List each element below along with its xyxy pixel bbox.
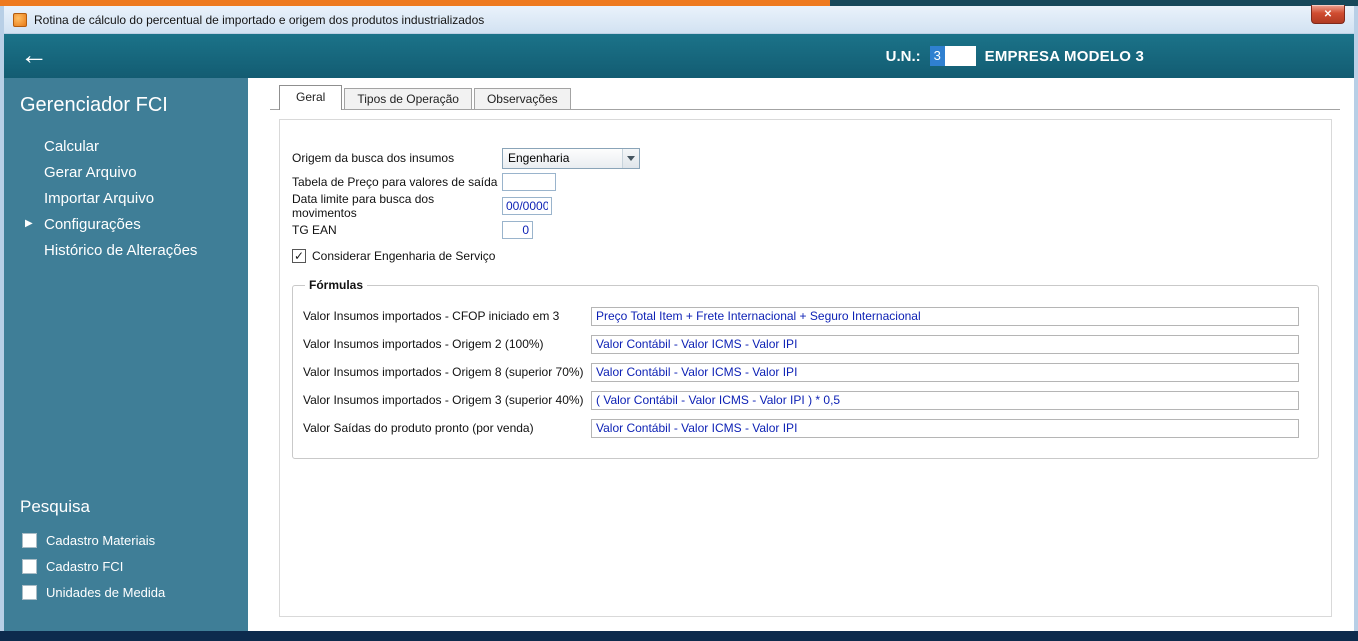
company-name: EMPRESA MODELO 3 <box>984 47 1144 65</box>
field-row-origem-busca: Origem da busca dos insumos Engenharia <box>292 146 1319 170</box>
formula-origem-3-input[interactable] <box>591 390 1299 410</box>
search-item-label: Cadastro FCI <box>46 558 124 574</box>
sidebar-item-gerar-arquivo[interactable]: Gerar Arquivo <box>4 159 248 185</box>
sidebar-item-label: Calcular <box>44 137 100 155</box>
sidebar-item-label: Configurações <box>44 215 141 233</box>
formula-label: Valor Saídas do produto pronto (por vend… <box>303 421 534 435</box>
considerar-engenharia-checkbox-row[interactable]: ✓ Considerar Engenharia de Serviço <box>292 244 1319 268</box>
teal-header: ← U.N.: 3 EMPRESA MODELO 3 <box>4 34 1354 78</box>
formulas-group-title: Fórmulas <box>309 278 364 292</box>
checkbox-icon[interactable] <box>22 558 37 574</box>
search-item-label: Unidades de Medida <box>46 584 166 600</box>
formula-row-origem-2: Valor Insumos importados - Origem 2 (100… <box>303 334 1308 354</box>
un-input[interactable]: 3 <box>929 46 976 66</box>
application-window: Rotina de cálculo do percentual de impor… <box>0 0 1358 641</box>
window-body: Gerenciador FCI Calcular Gerar Arquivo I… <box>4 78 1354 631</box>
sidebar-item-label: Histórico de Alterações <box>44 241 198 259</box>
field-label: Tabela de Preço para valores de saída <box>292 175 498 189</box>
formula-row-saidas-produto: Valor Saídas do produto pronto (por vend… <box>303 418 1308 438</box>
checkbox-checked-icon[interactable]: ✓ <box>292 249 306 263</box>
close-button[interactable]: ✕ <box>1311 5 1345 24</box>
sidebar: Gerenciador FCI Calcular Gerar Arquivo I… <box>4 78 248 631</box>
search-item-cadastro-materiais[interactable]: Cadastro Materiais <box>4 527 248 553</box>
sidebar-item-label: Gerar Arquivo <box>44 163 137 181</box>
formula-origem-8-input[interactable] <box>591 362 1299 382</box>
title-bar: Rotina de cálculo do percentual de impor… <box>4 5 1354 34</box>
search-item-unidades-medida[interactable]: Unidades de Medida <box>4 579 248 605</box>
formula-label: Valor Insumos importados - Origem 3 (sup… <box>303 393 584 407</box>
search-item-label: Cadastro Materiais <box>46 532 156 548</box>
tab-strip: Geral Tipos de Operação Observações <box>270 85 1340 110</box>
sidebar-item-configuracoes[interactable]: ▶ Configurações <box>4 211 248 237</box>
app-icon <box>13 12 27 27</box>
tab-tipos-de-operacao[interactable]: Tipos de Operação <box>344 88 472 109</box>
field-row-tabela-preco: Tabela de Preço para valores de saída <box>292 170 1319 194</box>
tabela-preco-input[interactable] <box>502 173 556 191</box>
field-label: TG EAN <box>292 223 337 237</box>
tg-ean-input[interactable] <box>502 221 533 239</box>
origem-busca-select[interactable]: Engenharia <box>502 147 640 169</box>
formula-row-origem-3: Valor Insumos importados - Origem 3 (sup… <box>303 390 1308 410</box>
checkbox-icon[interactable] <box>22 584 37 600</box>
geral-tab-panel: Origem da busca dos insumos Engenharia T… <box>279 119 1332 617</box>
field-label: Origem da busca dos insumos <box>292 151 455 165</box>
sidebar-item-label: Importar Arquivo <box>44 189 155 207</box>
un-label: U.N.: <box>885 47 921 65</box>
field-label: Data limite para busca dos movimentos <box>292 192 435 220</box>
formula-saidas-produto-input[interactable] <box>591 418 1299 438</box>
checkbox-label: Considerar Engenharia de Serviço <box>312 249 496 263</box>
formula-origem-2-input[interactable] <box>591 334 1299 354</box>
un-value: 3 <box>929 46 945 66</box>
window-frame: Rotina de cálculo do percentual de impor… <box>4 5 1354 631</box>
sidebar-item-importar-arquivo[interactable]: Importar Arquivo <box>4 185 248 211</box>
formula-row-cfop-3: Valor Insumos importados - CFOP iniciado… <box>303 306 1308 326</box>
search-section-title: Pesquisa <box>20 497 90 516</box>
formula-row-origem-8: Valor Insumos importados - Origem 8 (sup… <box>303 362 1308 382</box>
formula-cfop-3-input[interactable] <box>591 306 1299 326</box>
checkbox-icon[interactable] <box>22 532 37 548</box>
data-limite-input[interactable] <box>502 197 552 215</box>
formula-label: Valor Insumos importados - CFOP iniciado… <box>303 309 560 323</box>
search-item-cadastro-fci[interactable]: Cadastro FCI <box>4 553 248 579</box>
chevron-down-icon[interactable] <box>622 148 639 168</box>
field-row-data-limite: Data limite para busca dos movimentos <box>292 192 1319 220</box>
formulas-group: Fórmulas Valor Insumos importados - CFOP… <box>292 278 1319 459</box>
search-section: Pesquisa Cadastro Materiais Cadastro FCI… <box>4 497 248 605</box>
window-title: Rotina de cálculo do percentual de impor… <box>34 12 485 27</box>
formula-label: Valor Insumos importados - Origem 2 (100… <box>303 337 544 351</box>
tab-observacoes[interactable]: Observações <box>473 88 571 109</box>
main-content: Geral Tipos de Operação Observações Orig… <box>248 78 1354 631</box>
tab-geral[interactable]: Geral <box>279 85 343 110</box>
back-arrow-icon[interactable]: ← <box>20 40 48 69</box>
business-unit-group: U.N.: 3 EMPRESA MODELO 3 <box>886 46 1144 66</box>
formula-label: Valor Insumos importados - Origem 8 (sup… <box>303 365 584 379</box>
sidebar-item-calcular[interactable]: Calcular <box>4 133 248 159</box>
selected-item-arrow-icon: ▶ <box>25 218 33 229</box>
field-row-tg-ean: TG EAN <box>292 218 1319 242</box>
sidebar-item-historico-alteracoes[interactable]: Histórico de Alterações <box>4 237 248 263</box>
selected-option-label: Engenharia <box>508 151 570 165</box>
bottom-edge-strip <box>0 631 1358 641</box>
sidebar-title: Gerenciador FCI <box>20 94 168 116</box>
